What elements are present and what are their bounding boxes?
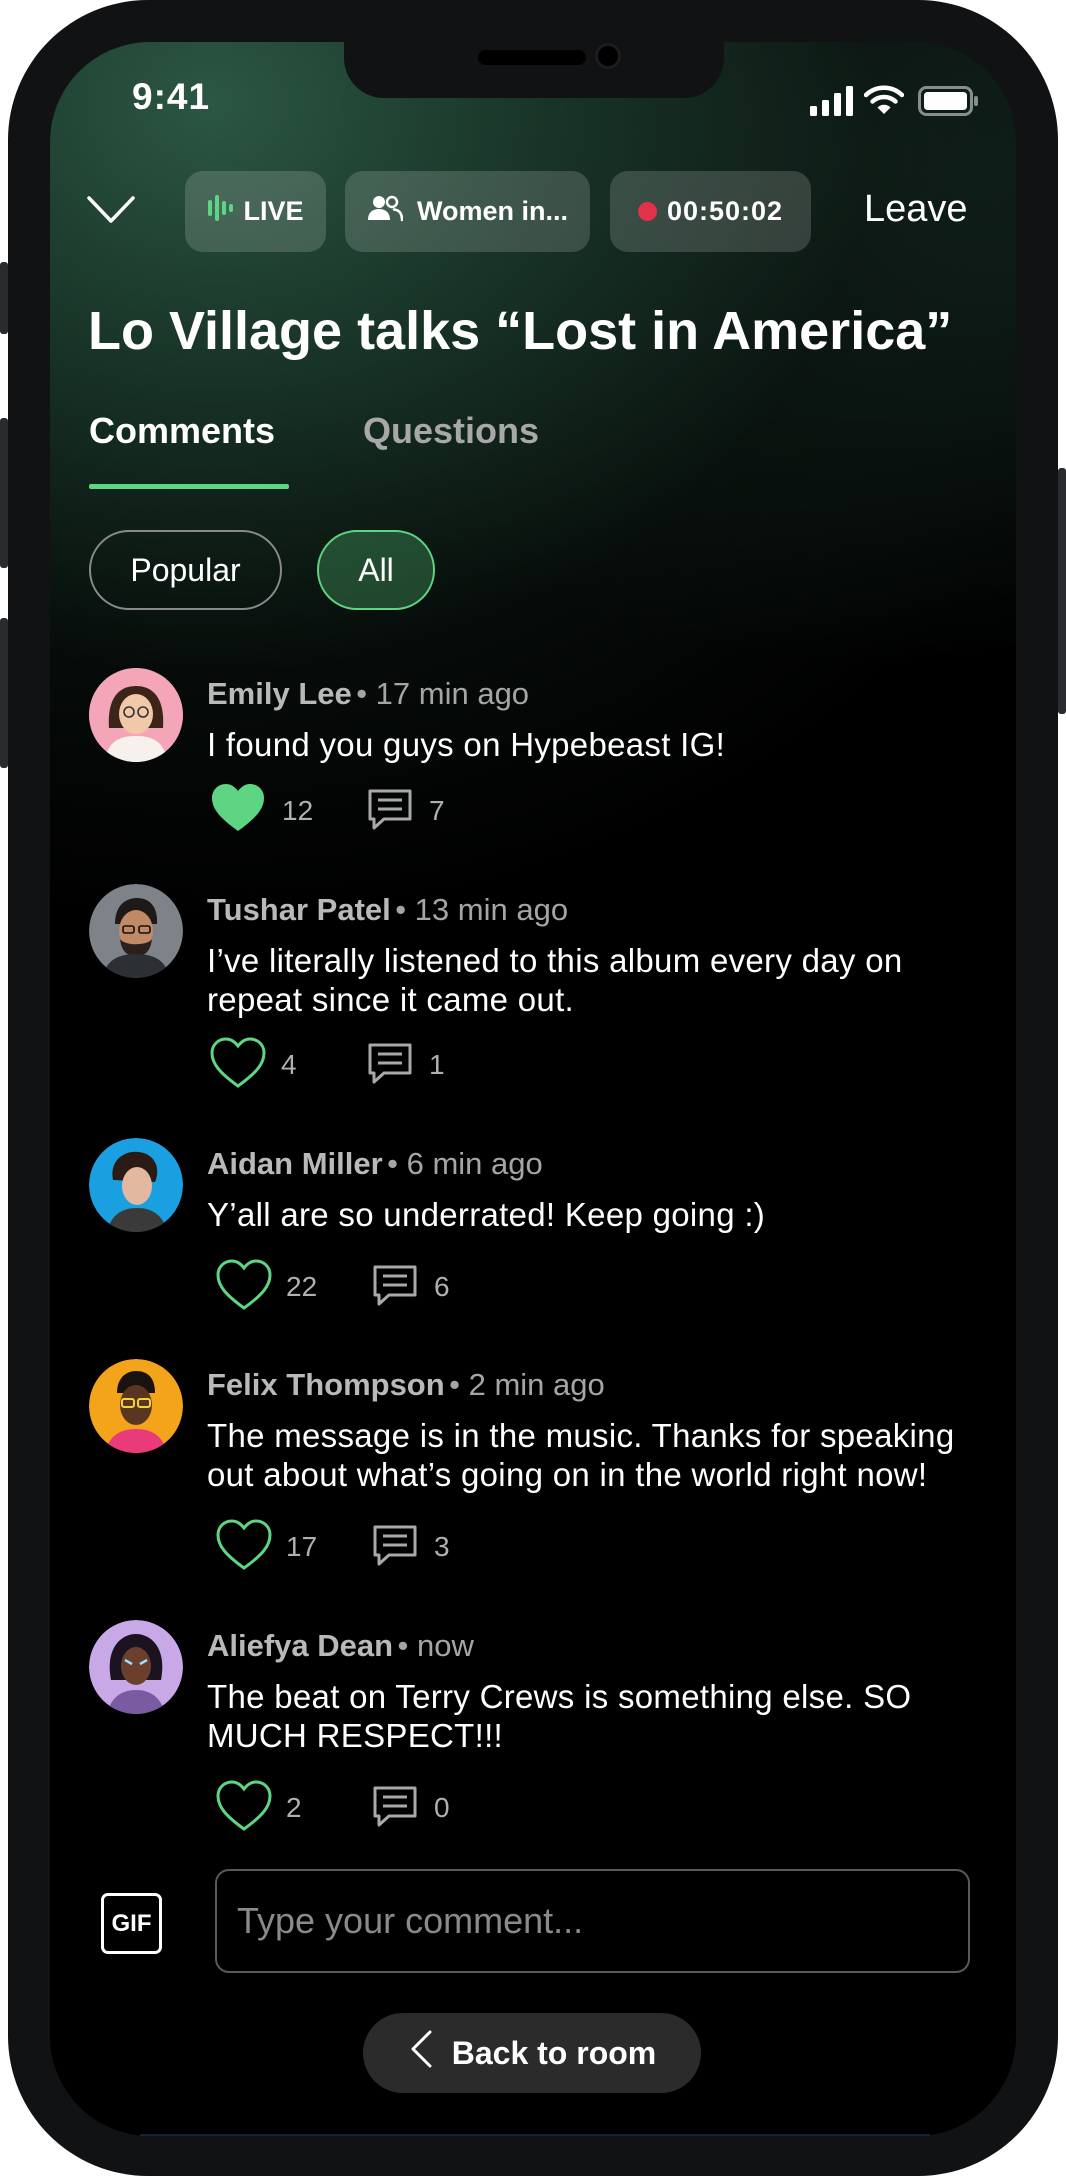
comment-time: • 17 min ago (356, 676, 530, 711)
reply-icon[interactable] (366, 788, 414, 837)
like-count: 17 (286, 1531, 318, 1562)
reply-icon[interactable] (366, 1042, 414, 1091)
like-count: 12 (282, 795, 314, 826)
room-label: Women in... (416, 196, 568, 226)
home-indicator (140, 2134, 930, 2136)
comment-text: Y’all are so underrated! Keep going :) (207, 1196, 766, 1233)
heart-outline-icon[interactable] (216, 1519, 272, 1576)
comment-text: The message is in the music. Thanks for … (207, 1417, 955, 1493)
reply-icon[interactable] (371, 1785, 419, 1834)
speaker (478, 50, 586, 65)
comment-header: Emily Lee • 17 min ago (207, 676, 529, 712)
back-to-room-button[interactable]: Back to room (363, 2013, 701, 2093)
comment-header: Felix Thompson • 2 min ago (207, 1367, 605, 1403)
reply-count: 6 (434, 1271, 450, 1302)
reply-icon[interactable] (371, 1524, 419, 1573)
timer-label: 00:50:02 (666, 196, 784, 226)
front-camera (595, 43, 621, 69)
comment-input[interactable] (215, 1869, 970, 1973)
comment-header: Aliefya Dean • now (207, 1628, 474, 1664)
reply-count: 7 (429, 795, 445, 826)
commenter-name[interactable]: Aliefya Dean (207, 1628, 393, 1663)
comment-time: • 13 min ago (395, 892, 569, 927)
tab-questions[interactable]: Questions (363, 410, 539, 452)
room-badge[interactable]: Women in... (345, 171, 590, 252)
collapse-chevron-icon[interactable] (86, 195, 136, 230)
like-count: 2 (286, 1792, 302, 1823)
avatar[interactable] (89, 668, 183, 762)
reply-count: 0 (434, 1792, 450, 1823)
comment-text: I’ve literally listened to this album ev… (207, 942, 903, 1018)
tab-comments[interactable]: Comments (89, 410, 275, 452)
comment-time: • now (397, 1628, 474, 1663)
comment-time: • 2 min ago (449, 1367, 605, 1402)
reply-icon[interactable] (371, 1264, 419, 1313)
recording-timer: 00:50:02 (610, 171, 811, 252)
recording-dot-icon (637, 202, 657, 221)
signal-icon (810, 86, 854, 121)
leave-button[interactable]: Leave (864, 188, 968, 231)
heart-outline-icon[interactable] (210, 1037, 266, 1094)
avatar[interactable] (89, 884, 183, 978)
reply-count: 3 (434, 1531, 450, 1562)
commenter-name[interactable]: Tushar Patel (207, 892, 391, 927)
comment-header: Tushar Patel • 13 min ago (207, 892, 568, 928)
chevron-left-icon (408, 2029, 434, 2077)
back-to-room-label: Back to room (451, 2034, 657, 2071)
filter-all[interactable]: All (317, 530, 435, 610)
heart-outline-icon[interactable] (216, 1259, 272, 1316)
people-icon (367, 194, 404, 229)
gif-button[interactable]: GIF (101, 1893, 162, 1954)
heart-filled-icon[interactable] (210, 782, 266, 839)
avatar[interactable] (89, 1138, 183, 1232)
commenter-name[interactable]: Aidan Miller (207, 1146, 383, 1181)
heart-outline-icon[interactable] (216, 1780, 272, 1837)
live-badge[interactable]: LIVE (185, 171, 326, 252)
page-title: Lo Village talks “Lost in America” (88, 301, 953, 361)
avatar[interactable] (89, 1620, 183, 1714)
wifi-icon (863, 84, 905, 121)
commenter-name[interactable]: Felix Thompson (207, 1367, 445, 1402)
live-label: LIVE (243, 196, 304, 226)
avatar[interactable] (89, 1359, 183, 1453)
side-button (0, 262, 8, 334)
filter-popular[interactable]: Popular (89, 530, 282, 610)
side-button (1058, 468, 1066, 714)
like-count: 4 (281, 1049, 297, 1080)
side-button (0, 618, 8, 768)
comment-text: The beat on Terry Crews is something els… (207, 1678, 912, 1754)
battery-icon (918, 86, 980, 121)
like-count: 22 (286, 1271, 318, 1302)
commenter-name[interactable]: Emily Lee (207, 676, 352, 711)
comment-text: I found you guys on Hypebeast IG! (207, 726, 726, 763)
comment-header: Aidan Miller • 6 min ago (207, 1146, 543, 1182)
side-button (0, 418, 8, 568)
status-time: 9:41 (132, 76, 211, 117)
reply-count: 1 (429, 1049, 445, 1080)
live-audio-icon (207, 195, 234, 228)
tab-active-indicator (89, 484, 289, 489)
comment-time: • 6 min ago (387, 1146, 543, 1181)
